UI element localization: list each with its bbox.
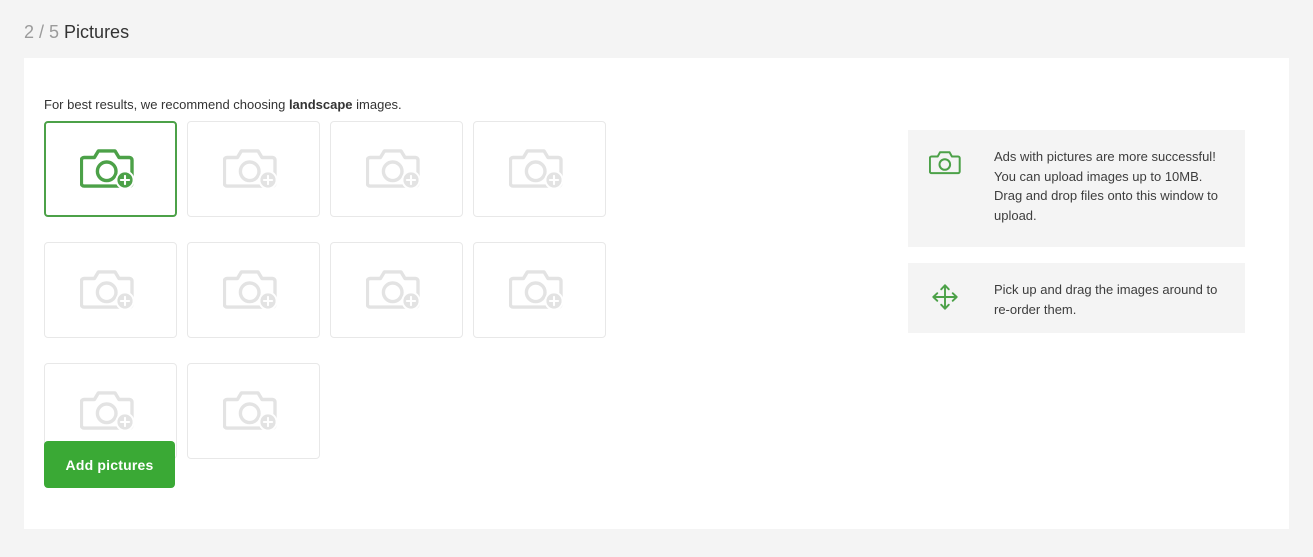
camera-add-icon xyxy=(222,265,285,315)
info-panel-reorder-text: Pick up and drag the images around to re… xyxy=(994,282,1218,317)
camera-add-icon xyxy=(222,386,285,436)
camera-add-icon xyxy=(365,265,428,315)
hint-suffix: images. xyxy=(352,97,402,112)
camera-add-icon xyxy=(508,144,571,194)
picture-tile[interactable] xyxy=(44,121,177,217)
picture-tile[interactable] xyxy=(187,121,320,217)
picture-tile[interactable] xyxy=(44,242,177,338)
camera-icon xyxy=(928,147,962,175)
camera-add-icon xyxy=(79,386,142,436)
picture-tile[interactable] xyxy=(330,242,463,338)
add-pictures-button[interactable]: Add pictures xyxy=(44,441,175,488)
hint-prefix: For best results, we recommend choosing xyxy=(44,97,289,112)
picture-tile[interactable] xyxy=(187,242,320,338)
picture-tile-grid xyxy=(44,121,624,459)
camera-add-icon xyxy=(222,144,285,194)
info-panel-upload-text: Ads with pictures are more successful! Y… xyxy=(994,149,1219,223)
move-arrows-icon xyxy=(928,280,962,312)
camera-add-icon xyxy=(508,265,571,315)
picture-tile[interactable] xyxy=(330,121,463,217)
camera-add-icon xyxy=(79,144,142,194)
page-title: 2 / 5 Pictures xyxy=(24,19,129,45)
camera-add-icon xyxy=(79,265,142,315)
info-panel-upload: Ads with pictures are more successful! Y… xyxy=(908,130,1245,247)
step-counter: 2 / 5 xyxy=(24,22,60,42)
step-title: Pictures xyxy=(64,22,130,42)
info-panel-reorder: Pick up and drag the images around to re… xyxy=(908,263,1245,333)
picture-tile[interactable] xyxy=(187,363,320,459)
landscape-hint: For best results, we recommend choosing … xyxy=(44,96,402,114)
picture-tile[interactable] xyxy=(473,121,606,217)
camera-add-icon xyxy=(365,144,428,194)
hint-emphasis: landscape xyxy=(288,97,353,112)
picture-tile[interactable] xyxy=(473,242,606,338)
